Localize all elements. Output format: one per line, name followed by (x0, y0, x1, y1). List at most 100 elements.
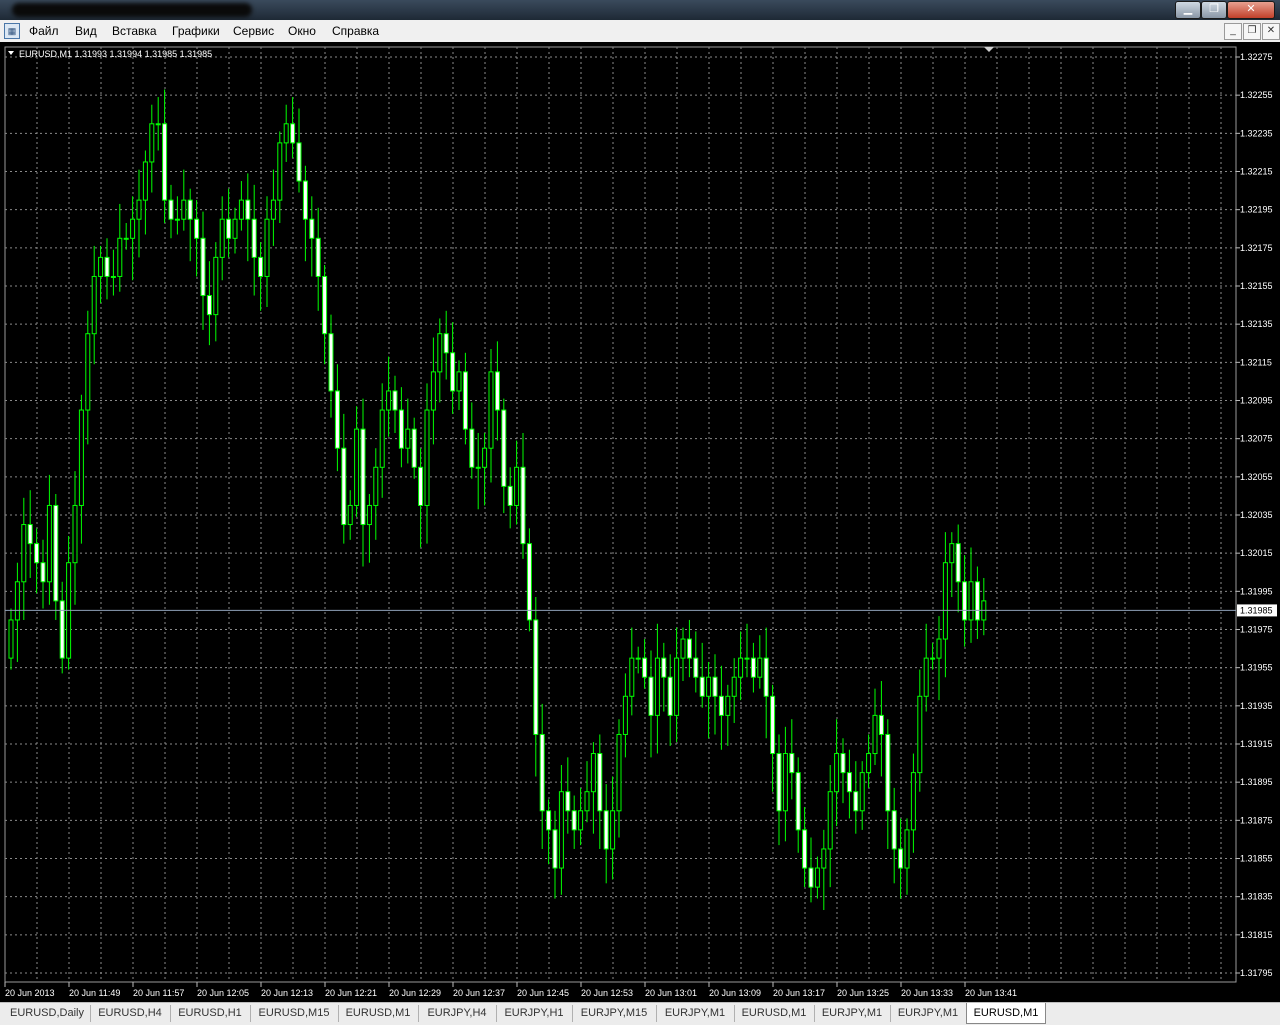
tab-eurjpy-m15[interactable]: EURJPY,M15 (572, 1005, 657, 1022)
menu-file[interactable]: Файл (29, 24, 59, 38)
minimize-button[interactable]: ▁ (1175, 1, 1201, 19)
candle-bull (232, 218, 238, 239)
candle-bull (213, 256, 219, 316)
price-tick-label: 1.32255 (1240, 90, 1273, 100)
candle-bear (322, 275, 328, 335)
close-icon: ✕ (1266, 25, 1276, 36)
candle-bear (328, 333, 334, 392)
time-tick-label: 20 Jun 2013 (5, 988, 55, 998)
candle-bear (469, 428, 475, 468)
menu-tools[interactable]: Сервис (233, 24, 274, 38)
candle-bear (59, 600, 65, 659)
price-tick-label: 1.31855 (1240, 854, 1273, 864)
candle-bull (277, 142, 283, 201)
candle-bear (898, 848, 904, 869)
tab-eurusd-m1[interactable]: EURUSD,M1 (966, 1003, 1046, 1024)
candle-bear (552, 829, 558, 869)
candle-bear (34, 543, 40, 564)
menu-insert[interactable]: Вставка (112, 24, 157, 38)
candle-bull (872, 714, 878, 755)
candle-bull (46, 504, 52, 583)
candle-bear (597, 753, 603, 812)
candle-bear (642, 657, 648, 678)
candle-bear (962, 581, 968, 621)
tab-eurjpy-m1[interactable]: EURJPY,M1 (656, 1005, 735, 1022)
candle-bull (405, 428, 411, 449)
minimize-icon: _ (1230, 25, 1236, 36)
candle-bear (27, 524, 33, 545)
candle-bull (558, 791, 564, 869)
time-tick-label: 20 Jun 11:57 (133, 988, 184, 998)
restore-icon: ❐ (1209, 3, 1219, 15)
candle-bull (91, 275, 97, 335)
candle-bull (430, 371, 436, 411)
maximize-button[interactable]: ❐ (1201, 1, 1227, 19)
price-tick-label: 1.32135 (1240, 319, 1273, 329)
tab-eurusd-m15[interactable]: EURUSD,M15 (250, 1005, 339, 1022)
candle-bull (386, 390, 392, 411)
candle-bull (347, 504, 353, 526)
chart-restore-button[interactable]: ❐ (1243, 23, 1261, 40)
chart-legend: EURUSD,M1 1.31993 1.31994 1.31985 1.3198… (19, 49, 212, 59)
tab-eurusd-h4[interactable]: EURUSD,H4 (90, 1005, 171, 1022)
candle-bull (437, 333, 443, 373)
candle-bull (219, 218, 225, 258)
candle-bear (603, 810, 609, 850)
candle-bear (360, 428, 366, 526)
tab-eurjpy-m1[interactable]: EURJPY,M1 (890, 1005, 967, 1022)
time-tick-label: 20 Jun 13:41 (965, 988, 1017, 998)
candle-bear (718, 695, 724, 716)
candle-bear (802, 829, 808, 869)
candle-bear (699, 676, 705, 697)
candle-bear (520, 466, 526, 545)
candle-bull (738, 657, 744, 678)
menu-help[interactable]: Справка (332, 24, 379, 38)
candle-bull (834, 753, 840, 793)
price-tick-label: 1.32075 (1240, 434, 1273, 444)
candle-bull (782, 753, 788, 812)
chart-minimize-button[interactable]: _ (1224, 23, 1242, 40)
candle-bear (667, 676, 673, 716)
candle-bull (155, 123, 161, 126)
candle-bear (546, 810, 552, 831)
tab-eurusd-m1[interactable]: EURUSD,M1 (734, 1005, 815, 1022)
tab-eurjpy-h1[interactable]: EURJPY,H1 (496, 1005, 573, 1022)
candle-bear (507, 485, 513, 506)
chart-close-button[interactable]: ✕ (1262, 23, 1280, 40)
candle-bear (526, 543, 532, 621)
price-tick-label: 1.32035 (1240, 510, 1273, 520)
menu-charts[interactable]: Графики (172, 24, 220, 38)
tab-eurusd-m1[interactable]: EURUSD,M1 (338, 1005, 419, 1022)
time-tick-label: 20 Jun 12:37 (453, 988, 505, 998)
time-tick-label: 20 Jun 13:09 (709, 988, 761, 998)
tab-eurusd-h1[interactable]: EURUSD,H1 (170, 1005, 251, 1022)
tab-eurjpy-m1[interactable]: EURJPY,M1 (814, 1005, 891, 1022)
price-chart[interactable]: 1.32275 1.32255 1.32235 1.32215 1.32195 1.321… (0, 42, 1280, 1002)
price-tick-label: 1.31955 (1240, 663, 1273, 673)
candle-bear (533, 619, 539, 735)
close-button[interactable]: ✕ (1227, 1, 1275, 19)
restore-icon: ❐ (1247, 25, 1257, 36)
candle-bull (21, 524, 27, 583)
window-title-redacted (12, 3, 252, 17)
candle-bear (462, 371, 468, 430)
candle-bear (341, 447, 347, 526)
candle-bull (936, 638, 942, 659)
time-tick-label: 20 Jun 12:53 (581, 988, 633, 998)
tab-eurjpy-h4[interactable]: EURJPY,H4 (418, 1005, 497, 1022)
candle-bear (418, 466, 424, 506)
candle-bull (827, 791, 833, 850)
candle-bear (168, 199, 174, 220)
candle-bull (674, 657, 680, 716)
candle-bull (488, 371, 494, 449)
candle-bear (565, 791, 571, 812)
candle-bull (98, 256, 104, 277)
menu-view[interactable]: Вид (75, 24, 97, 38)
candle-bear (411, 428, 417, 468)
candle-bear (501, 409, 507, 487)
candle-bear (162, 123, 168, 201)
menu-window[interactable]: Окно (288, 24, 316, 38)
candle-bull (475, 466, 481, 469)
app-icon[interactable]: ▦ (4, 23, 20, 39)
tab-eurusd-daily[interactable]: EURUSD,Daily (4, 1005, 91, 1022)
